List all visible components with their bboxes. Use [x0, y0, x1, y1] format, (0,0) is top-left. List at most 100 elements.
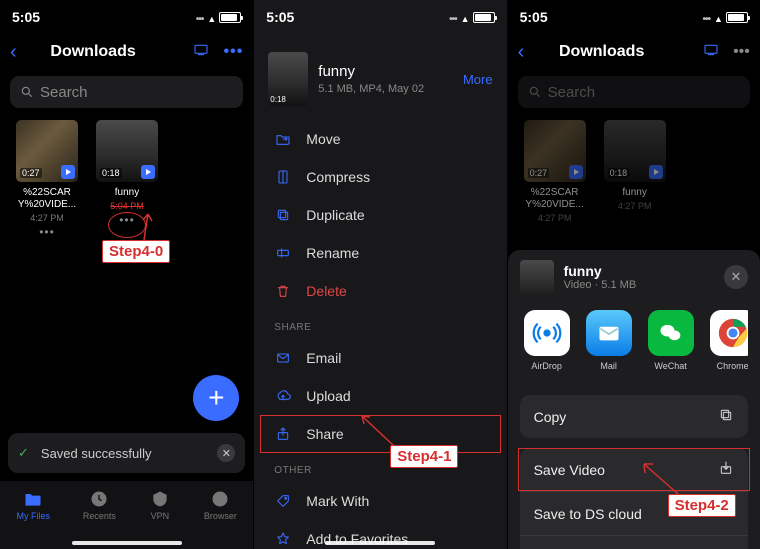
file-more-button[interactable]: •••	[119, 213, 135, 227]
battery-icon	[726, 12, 748, 23]
action-menu: Move Compress Duplicate Rename Delete SH…	[254, 120, 506, 549]
search-icon	[20, 85, 34, 99]
status-indicators	[196, 9, 241, 25]
sheet-more-button[interactable]: More	[463, 72, 493, 87]
sheet-subtitle: 5.1 MB, MP4, May 02	[318, 83, 453, 95]
more-dots-icon[interactable]: •••	[223, 43, 243, 61]
cellular-icon	[196, 9, 204, 25]
cellular-icon	[449, 9, 457, 25]
status-bar: 5:05	[508, 0, 760, 34]
file-item[interactable]: 0:18 funny 5:04 PM •••	[96, 120, 158, 239]
search-placeholder: Search	[40, 84, 88, 101]
tab-browser[interactable]: Browser	[204, 489, 237, 521]
status-time: 5:05	[266, 9, 294, 25]
file-item[interactable]: 0:27 %22SCARY%20VIDE..._708 4:27 PM •••	[16, 120, 78, 239]
file-item: 0:27 %22SCARY%20VIDE..._708 4:27 PM	[524, 120, 586, 223]
menu-rename[interactable]: Rename	[254, 234, 506, 272]
file-grid: 0:27 %22SCARY%20VIDE..._708 4:27 PM ••• …	[0, 114, 253, 245]
page-title: Downloads	[508, 43, 695, 61]
annotation-step40: Step4-0	[102, 240, 170, 263]
menu-upload[interactable]: Upload	[254, 377, 506, 415]
sheet-header: 0:18 funny 5.1 MB, MP4, May 02 More	[254, 34, 506, 120]
cast-icon[interactable]	[193, 42, 209, 63]
annotation-step41: Step4-1	[390, 445, 458, 468]
status-time: 5:05	[520, 9, 548, 25]
menu-compress[interactable]: Compress	[254, 158, 506, 196]
file-thumbnail: 0:27	[16, 120, 78, 182]
phone-screen-2: 5:05 0:18 funny 5.1 MB, MP4, May 02 More…	[253, 0, 506, 549]
fab-add-button[interactable]: +	[193, 375, 239, 421]
share-thumbnail	[520, 260, 554, 294]
tab-vpn[interactable]: VPN	[149, 489, 171, 521]
app-wechat[interactable]: WeChat	[648, 310, 694, 371]
sheet-thumbnail: 0:18	[268, 52, 308, 106]
tab-myfiles[interactable]: My Files	[16, 489, 50, 521]
menu-mark[interactable]: Mark With	[254, 482, 506, 520]
move-icon	[274, 130, 292, 148]
status-bar: 5:05	[0, 0, 253, 34]
status-bar: 5:05	[254, 0, 506, 34]
trash-icon	[274, 282, 292, 300]
menu-move[interactable]: Move	[254, 120, 506, 158]
share-subtitle: Video · 5.1 MB	[564, 279, 714, 291]
star-icon	[274, 530, 292, 548]
more-dots-icon[interactable]: •••	[733, 43, 750, 61]
battery-icon	[473, 12, 495, 23]
email-icon	[274, 349, 292, 367]
file-item: 0:18 funny 4:27 PM	[604, 120, 666, 223]
copy-icon	[718, 407, 734, 426]
cellular-icon	[702, 9, 710, 25]
wifi-icon	[714, 9, 722, 25]
check-icon	[18, 445, 33, 461]
file-thumbnail: 0:18	[96, 120, 158, 182]
chrome-icon	[710, 310, 748, 356]
file-more-button[interactable]: •••	[39, 225, 55, 239]
cast-icon[interactable]	[703, 42, 719, 63]
home-indicator[interactable]	[325, 541, 435, 545]
menu-share[interactable]: Share	[254, 415, 506, 453]
nav-header: ‹ Downloads •••	[508, 34, 760, 70]
video-duration: 0:18	[100, 168, 122, 178]
play-badge-icon	[61, 165, 75, 179]
wifi-icon	[461, 9, 469, 25]
compress-icon	[274, 168, 292, 186]
duplicate-icon	[274, 206, 292, 224]
menu-duplicate[interactable]: Duplicate	[254, 196, 506, 234]
action-save-ds[interactable]: Save to DS	[520, 535, 748, 549]
save-icon	[718, 460, 734, 479]
share-close-button[interactable]: ✕	[724, 265, 748, 289]
annotation-step42: Step4-2	[668, 494, 736, 517]
toast-close-button[interactable]: ✕	[217, 444, 235, 462]
annotation-box	[260, 415, 500, 453]
toast: Saved successfully ✕	[8, 433, 245, 473]
actions-group-1: Copy	[520, 395, 748, 438]
wechat-icon	[648, 310, 694, 356]
tag-icon	[274, 492, 292, 510]
mail-icon	[586, 310, 632, 356]
play-badge-icon	[141, 165, 155, 179]
bottom-tabs: My Files Recents VPN Browser	[0, 481, 253, 549]
upload-icon	[274, 387, 292, 405]
share-icon	[274, 425, 292, 443]
search-input[interactable]: Search	[518, 76, 750, 108]
section-share: SHARE	[254, 310, 506, 339]
app-mail[interactable]: Mail	[586, 310, 632, 371]
action-copy[interactable]: Copy	[520, 395, 748, 438]
share-apps-row: AirDrop Mail WeChat Chrome	[520, 310, 748, 371]
search-input[interactable]: Search	[10, 76, 243, 108]
status-time: 5:05	[12, 9, 40, 25]
phone-screen-1: 5:05 ‹ Downloads ••• Search 0:27 %22SCAR…	[0, 0, 253, 549]
rename-icon	[274, 244, 292, 262]
file-name: funny	[115, 187, 139, 199]
file-time: 4:27 PM	[30, 213, 64, 223]
menu-email[interactable]: Email	[254, 339, 506, 377]
tab-recents[interactable]: Recents	[83, 489, 116, 521]
app-airdrop[interactable]: AirDrop	[524, 310, 570, 371]
menu-delete[interactable]: Delete	[254, 272, 506, 310]
app-chrome[interactable]: Chrome	[710, 310, 748, 371]
home-indicator[interactable]	[72, 541, 182, 545]
file-time: 5:04 PM	[110, 201, 144, 211]
action-save-video[interactable]: Save Video	[520, 448, 748, 491]
file-grid: 0:27 %22SCARY%20VIDE..._708 4:27 PM 0:18…	[508, 114, 760, 229]
nav-header: ‹ Downloads •••	[0, 34, 253, 70]
